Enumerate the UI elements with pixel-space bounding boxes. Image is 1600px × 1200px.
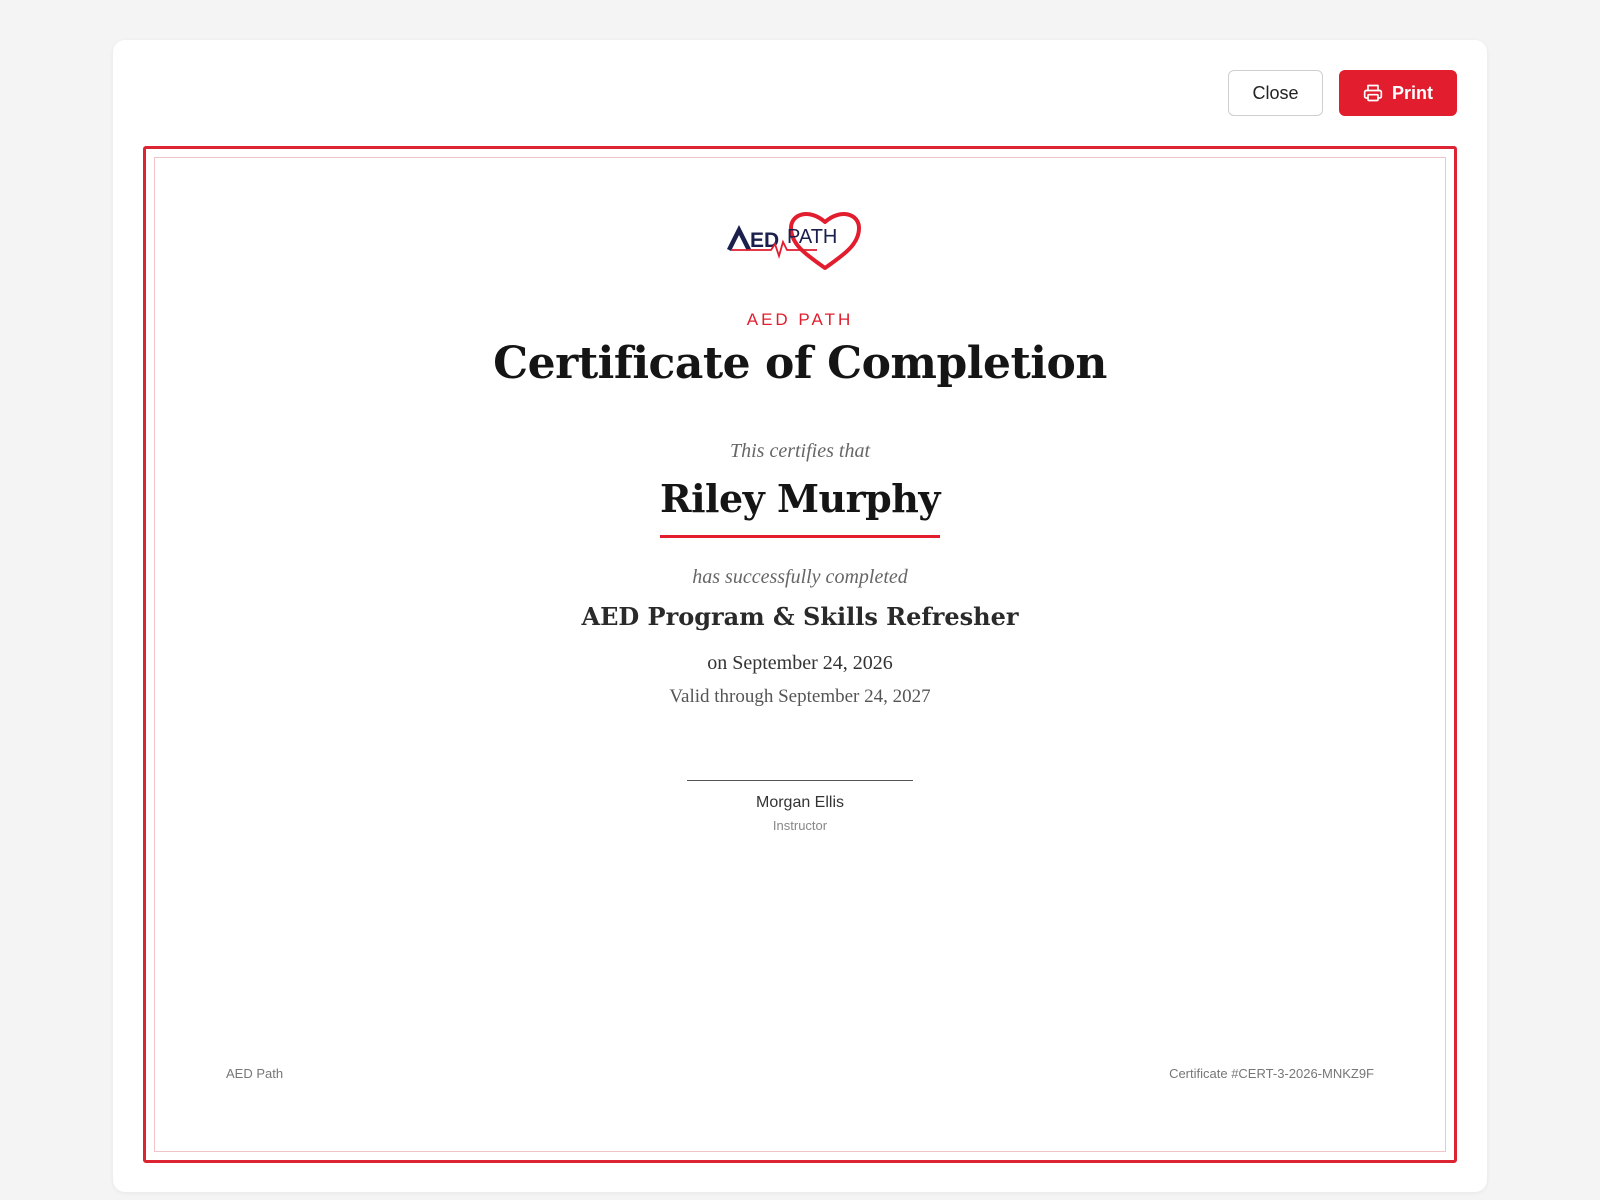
footer-certificate-number: Certificate #CERT-3-2026-MNKZ9F (1169, 1066, 1374, 1081)
certificate-modal: Close Print ED PATH AED PATH Certificate… (113, 40, 1487, 1192)
signature-line (687, 780, 913, 781)
svg-text:ED: ED (750, 229, 779, 252)
completion-date: on September 24, 2026 (707, 652, 893, 674)
svg-text:PATH: PATH (787, 226, 837, 248)
recipient-wrapper: Riley Murphy (155, 476, 1445, 538)
brand-kicker: AED PATH (746, 310, 854, 329)
signature-name: Morgan Ellis (755, 794, 845, 811)
footer-organization: AED Path (226, 1066, 284, 1081)
certifies-text: This certifies that (730, 440, 870, 462)
aed-path-logo: ED PATH (726, 212, 861, 270)
close-button[interactable]: Close (1228, 70, 1323, 116)
course-name: AED Program & Skills Refresher (581, 602, 1019, 631)
recipient-name: Riley Murphy (660, 476, 940, 538)
print-button[interactable]: Print (1339, 70, 1457, 116)
completed-text: has successfully completed (692, 566, 908, 588)
print-button-label: Print (1391, 82, 1433, 103)
certificate-frame: ED PATH AED PATH Certificate of Completi… (143, 146, 1457, 1163)
printer-icon (1363, 83, 1383, 103)
modal-toolbar: Close Print (1228, 70, 1457, 116)
certificate-title: Certificate of Completion (493, 338, 1107, 389)
signature-role: Instructor (772, 818, 828, 833)
certificate-body: ED PATH AED PATH Certificate of Completi… (155, 158, 1445, 1151)
certificate-inner-border: ED PATH AED PATH Certificate of Completi… (154, 157, 1446, 1152)
valid-through: Valid through September 24, 2027 (669, 686, 931, 707)
